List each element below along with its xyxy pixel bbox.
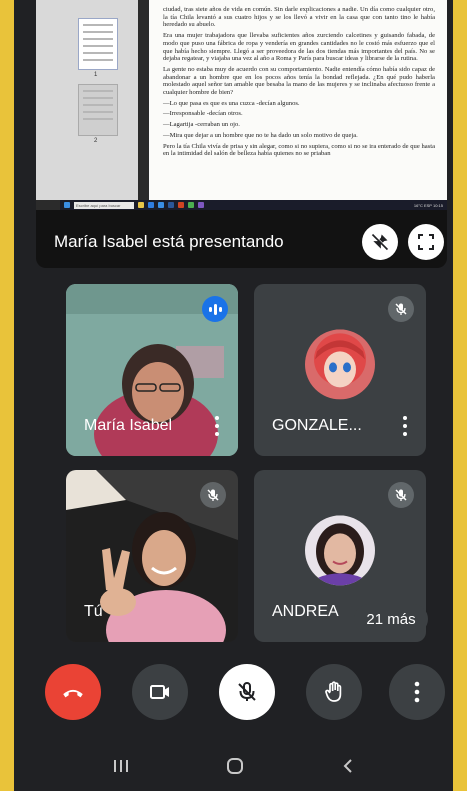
participant-options-icon[interactable] bbox=[210, 416, 224, 436]
mic-button[interactable] bbox=[219, 664, 275, 720]
unpin-button[interactable] bbox=[362, 224, 398, 260]
end-call-icon bbox=[63, 689, 83, 698]
presenting-label: María Isabel está presentando bbox=[54, 232, 284, 251]
taskbar-tray: 16°C ESP 10:15 bbox=[413, 202, 443, 208]
page-thumbnail[interactable] bbox=[78, 84, 118, 136]
folder-icon bbox=[138, 202, 144, 208]
thumbnail-number: 1 bbox=[94, 72, 98, 78]
doc-paragraph: ciudad, tras siete años de vida en común… bbox=[163, 6, 435, 29]
speaking-indicator-icon bbox=[202, 296, 228, 322]
phone-screen: 1 2 ciudad, tras siete años de vida en c… bbox=[14, 0, 453, 791]
raise-hand-icon bbox=[325, 681, 342, 702]
self-name: Tú bbox=[84, 603, 103, 620]
doc-paragraph: Era una mujer trabajadora que llevaba su… bbox=[163, 32, 435, 63]
participant-tile[interactable]: María Isabel bbox=[66, 284, 238, 456]
mic-off-icon bbox=[388, 482, 414, 508]
shared-document-view: 1 2 ciudad, tras siete años de vida en c… bbox=[36, 0, 447, 210]
camera-button[interactable] bbox=[132, 664, 188, 720]
unpin-icon bbox=[371, 233, 389, 251]
participant-avatar bbox=[305, 515, 375, 586]
participant-name: GONZALE... bbox=[272, 417, 362, 434]
fullscreen-button[interactable] bbox=[408, 224, 444, 260]
more-participants-chip[interactable]: 21 más bbox=[354, 604, 428, 634]
doc-paragraph: —Lo que pasa es que es una cuzca -decían… bbox=[163, 99, 300, 107]
app-icon bbox=[198, 202, 204, 208]
page-thumbnail-sidebar: 1 2 bbox=[36, 0, 138, 200]
shared-screen-panel: 1 2 ciudad, tras siete años de vida en c… bbox=[36, 0, 447, 268]
doc-paragraph: —Lagartija -cerraban un ojo. bbox=[163, 121, 240, 129]
word-icon bbox=[168, 202, 174, 208]
thumbnail-number: 2 bbox=[94, 138, 98, 144]
edge-icon bbox=[148, 202, 154, 208]
doc-paragraph: —Irresponsable -decían otros. bbox=[163, 110, 243, 118]
windows-taskbar: Escribe aquí para buscar 16°C ESP 10:15 bbox=[60, 200, 447, 210]
back-icon[interactable] bbox=[341, 757, 355, 775]
more-vert-icon bbox=[414, 681, 420, 703]
mic-off-icon bbox=[388, 296, 414, 322]
recent-apps-icon[interactable] bbox=[112, 758, 130, 774]
powerpoint-icon bbox=[178, 202, 184, 208]
participant-name: María Isabel bbox=[84, 417, 173, 434]
mic-off-icon bbox=[238, 682, 256, 701]
end-call-button[interactable] bbox=[45, 664, 101, 720]
participant-avatar bbox=[305, 329, 375, 400]
chrome-icon bbox=[188, 202, 194, 208]
participant-tile[interactable]: GONZALE... bbox=[254, 284, 426, 456]
raise-hand-button[interactable] bbox=[306, 664, 362, 720]
self-view-tile[interactable]: Tú bbox=[66, 470, 238, 642]
document-page: ciudad, tras siete años de vida en común… bbox=[149, 0, 447, 200]
more-options-button[interactable] bbox=[389, 664, 445, 720]
doc-paragraph: —Mira que dejar a un hombre que no te ha… bbox=[163, 131, 358, 139]
doc-paragraph: La gente no estaba muy de acuerdo con su… bbox=[163, 65, 435, 97]
page-thumbnail[interactable] bbox=[78, 18, 118, 70]
home-icon[interactable] bbox=[225, 756, 245, 776]
store-icon bbox=[158, 202, 164, 208]
participant-options-icon[interactable] bbox=[398, 416, 412, 436]
android-navigation-bar bbox=[14, 740, 453, 791]
doc-paragraph: Pero la tía Chila vivía de prisa y sin a… bbox=[163, 142, 435, 158]
taskbar-search: Escribe aquí para buscar bbox=[74, 201, 134, 209]
windows-start-icon bbox=[64, 202, 70, 208]
camera-icon bbox=[150, 685, 169, 699]
participant-name: ANDREA bbox=[272, 603, 339, 620]
mic-off-icon bbox=[200, 482, 226, 508]
fullscreen-icon bbox=[418, 234, 434, 250]
